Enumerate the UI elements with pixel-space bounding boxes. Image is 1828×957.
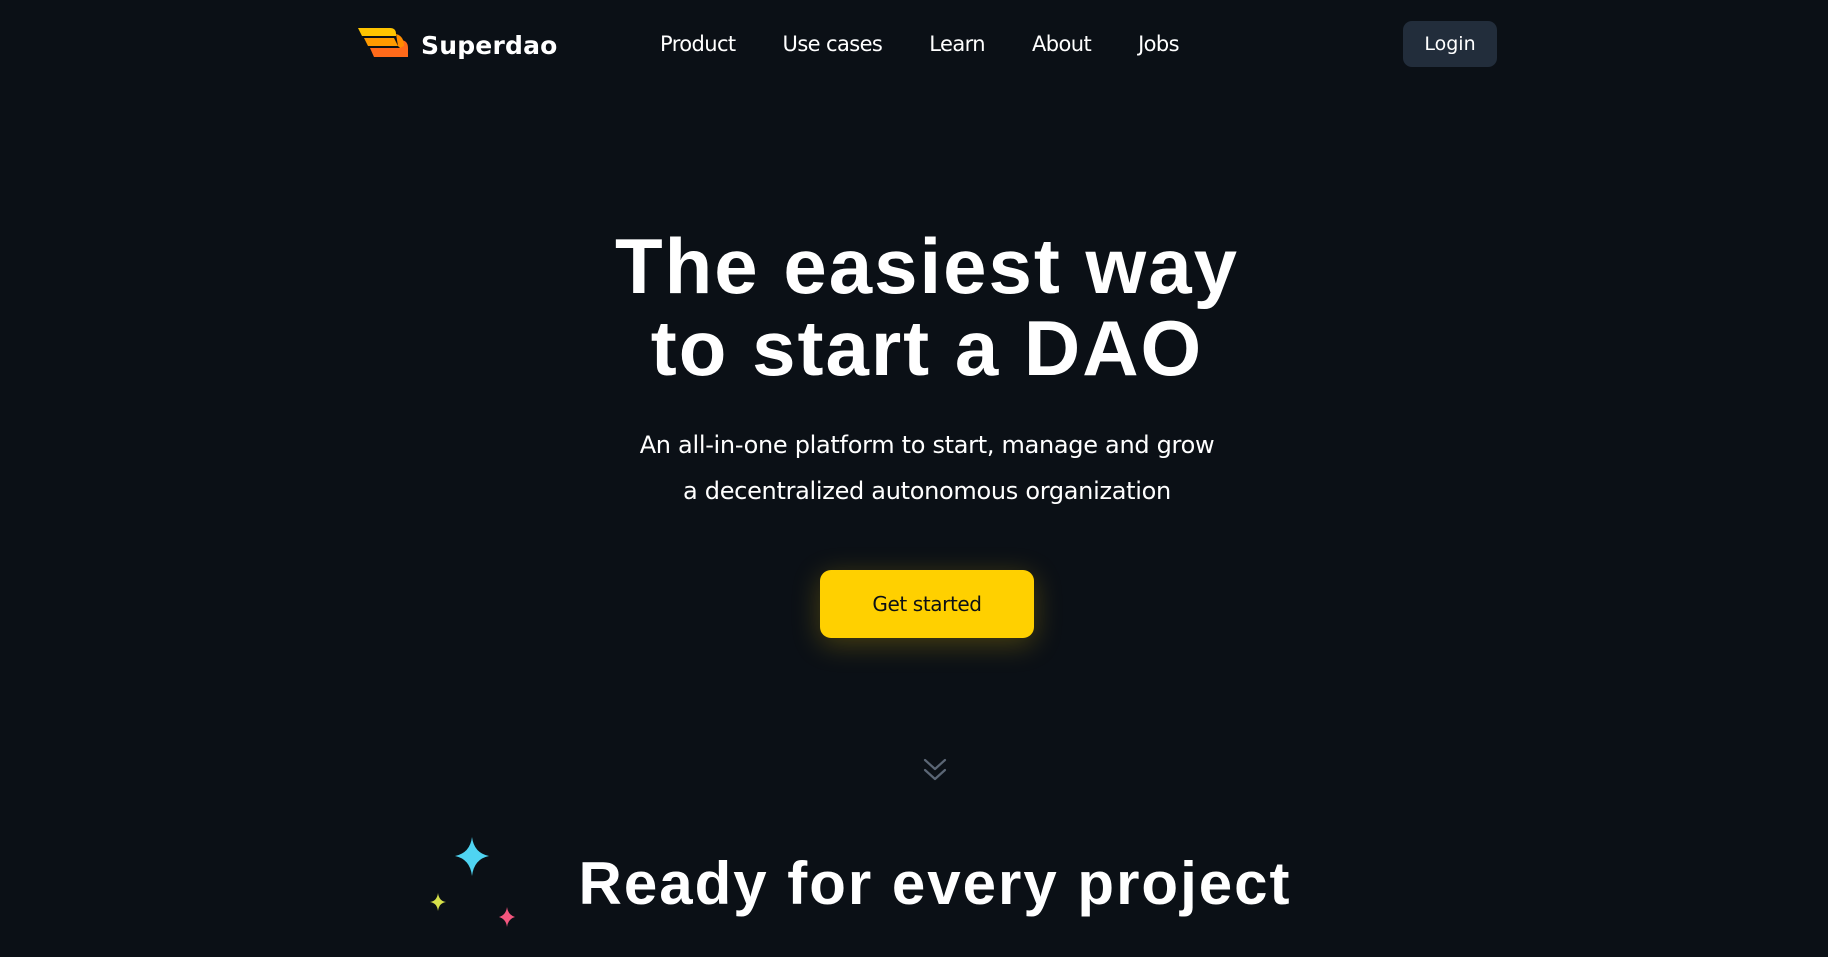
section-title: Ready for every project <box>578 850 1292 917</box>
brand-name: Superdao <box>421 30 558 60</box>
superdao-wing-logo-icon <box>356 26 410 60</box>
hero-subtitle: An all-in-one platform to start, manage … <box>0 422 1828 514</box>
nav-item-about[interactable]: About <box>1032 32 1092 56</box>
nav-item-use-cases[interactable]: Use cases <box>783 32 883 56</box>
main-nav: Product Use cases Learn About Jobs <box>660 28 1226 60</box>
chevrons-down-icon[interactable] <box>923 757 947 787</box>
get-started-button[interactable]: Get started <box>820 570 1034 638</box>
hero-title-line-1: The easiest way <box>615 222 1239 310</box>
hero-title-line-2: to start a DAO <box>650 304 1204 392</box>
hero-subtitle-line-2: a decentralized autonomous organization <box>683 477 1171 505</box>
hero-subtitle-line-1: An all-in-one platform to start, manage … <box>639 431 1215 459</box>
brand-logo-link[interactable]: Superdao <box>356 26 558 60</box>
landing-page: Superdao Product Use cases Learn About J… <box>0 0 1828 957</box>
hero-title: The easiest way to start a DAO <box>0 225 1828 389</box>
nav-item-product[interactable]: Product <box>660 32 736 56</box>
nav-item-jobs[interactable]: Jobs <box>1138 32 1180 56</box>
login-button[interactable]: Login <box>1403 21 1497 67</box>
nav-item-learn[interactable]: Learn <box>929 32 985 56</box>
